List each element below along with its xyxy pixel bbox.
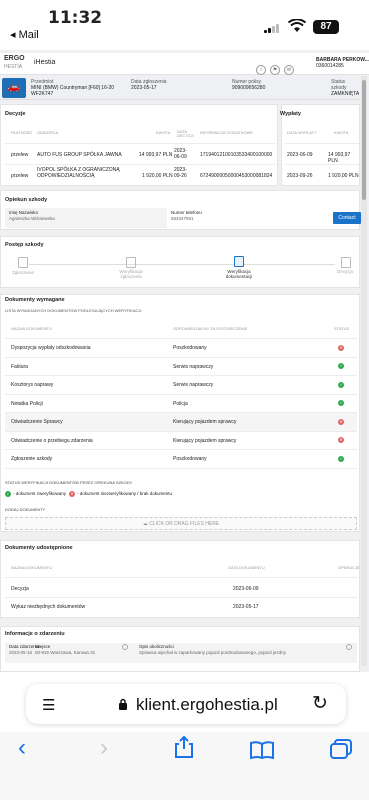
ergo-hestia-logo[interactable]: ERGO HESTIA (4, 55, 25, 71)
shared-doc-link[interactable]: Wykaz niezbędnych dokumentów (11, 604, 85, 610)
section-title: Decyzje (5, 111, 26, 117)
mail-icon[interactable]: ✉ (284, 65, 294, 75)
step-verification-icon (126, 257, 136, 268)
back-to-mail-link[interactable]: ◂ Mail (10, 28, 39, 41)
document-name: Dyspozycja wypłaty odszkodowania (11, 345, 91, 351)
step-label: Weryfikacja zgłoszenia (119, 269, 143, 279)
info-icon[interactable] (122, 644, 128, 650)
progress-card: Postęp szkody Zgłoszenie Weryfikacja zgł… (0, 236, 360, 288)
info-icon[interactable]: i (256, 65, 266, 75)
step-label: Zgłoszenie (12, 270, 34, 275)
info-icon[interactable] (346, 644, 352, 650)
section-title: Postęp szkody (5, 242, 44, 248)
reload-icon[interactable]: ↻ (312, 692, 328, 715)
tabs-icon[interactable] (330, 738, 352, 766)
step-label: Decyzja (336, 269, 353, 274)
unverified-status-icon: ✕ (338, 344, 344, 351)
handler-name: Agnieszka Wiśniewska (9, 216, 55, 221)
unverified-status-icon: ✕ (69, 491, 75, 497)
handler-card: Opiekun szkody Imię Nazwisko Agnieszka W… (0, 190, 361, 230)
verified-status-icon: ✓ (338, 381, 344, 388)
section-title: Dokumenty wymagane (5, 297, 65, 303)
section-title: Dokumenty udostępnione (5, 545, 73, 551)
flag-icon[interactable]: ⚑ (270, 65, 280, 75)
wifi-icon (287, 18, 307, 36)
browser-address-bar: ☰ klient.ergohestia.pl ↻ (0, 672, 369, 732)
verified-status-icon: ✓ (338, 400, 344, 406)
document-responsible: Kierujący pojazdem sprawcy (173, 437, 237, 444)
car-icon: 🚗 (2, 78, 26, 98)
reader-menu-icon[interactable]: ☰ (42, 696, 55, 714)
forward-icon[interactable]: › (100, 734, 108, 762)
step-decision-icon (341, 257, 351, 268)
contact-button[interactable]: Contact (333, 212, 361, 224)
document-name: Faktura (11, 363, 28, 370)
document-name: Kosztorys naprawy (11, 382, 54, 388)
shared-doc-link[interactable]: Decyzja (11, 586, 29, 592)
table-row: 2023-09-26 (287, 173, 313, 179)
verified-status-icon: ✓ (338, 455, 344, 462)
document-name: Oświadczenie Sprawcy (11, 419, 63, 425)
decisions-card: Decyzje PŁATNOŚĆ ODBIORCA KWOTA DATA DEC… (0, 104, 278, 186)
cellular-signal-icon (264, 23, 280, 33)
ios-status-bar: 11:32 ◂ Mail 87 (0, 0, 369, 50)
upload-cloud-icon: ☁ (142, 521, 148, 527)
step-documents-icon (234, 256, 244, 267)
unverified-status-icon: ✕ (338, 418, 344, 425)
claim-summary-band: 🚗 Przedmiot MINI (BMW) Countryman [F60] … (0, 76, 360, 100)
app-header: ERGO HESTIA iHestia i ⚑ ✉ BARBARA PERKOW..… (0, 53, 369, 75)
file-upload-dropzone[interactable]: ☁ CLICK OR DRAG FILES HERE (5, 517, 357, 530)
verified-status-icon: ✓ (338, 363, 344, 369)
payouts-card: Wypłaty DATA WYPŁATY KWOTA 2023-06-09 14… (280, 104, 360, 186)
table-row: 2023-06-09 (287, 152, 313, 158)
document-responsible: Policja (173, 400, 188, 407)
step-label: Weryfikacja dokumentacji (225, 269, 253, 279)
section-title: Informacje o zdarzeniu (5, 631, 65, 637)
section-title: Opiekun szkody (5, 197, 48, 203)
url-field[interactable]: ☰ klient.ergohestia.pl ↻ (26, 684, 346, 724)
clock: 11:32 (48, 8, 103, 28)
document-responsible: Serwis naprawczy (173, 382, 214, 388)
page-scrollbar[interactable] (361, 76, 367, 666)
verified-status-icon: ✓ (5, 491, 11, 497)
document-responsible: Kierujący pojazdem sprawcy (173, 419, 237, 425)
back-icon[interactable]: ‹ (18, 734, 26, 762)
section-title: Wypłaty (280, 111, 301, 117)
document-name: Zgłoszenie szkody (11, 456, 53, 462)
document-name: Oświadczenie o przebiegu zdarzenia (11, 437, 93, 444)
app-title: iHestia (34, 59, 56, 66)
unverified-status-icon: ✕ (338, 437, 344, 443)
step-submitted-icon (18, 257, 28, 268)
document-responsible: Poszkodowany (173, 345, 207, 351)
browser-toolbar: ‹ › (0, 732, 369, 800)
documents-shared-card: Dokumenty udostępnione NAZWA DOKUMENTU D… (0, 540, 360, 618)
user-menu[interactable]: BARBARA PERKOW... 0360014285 (316, 57, 369, 69)
handler-phone: 583347591 (171, 216, 194, 221)
lock-icon (119, 698, 127, 710)
document-name: Notatka Policji (11, 400, 43, 407)
battery-icon: 87 (313, 20, 339, 34)
document-responsible: Poszkodowany (173, 456, 207, 462)
event-info-card: Informacje o zdarzeniu Data zdarzenia 20… (0, 626, 360, 672)
document-responsible: Serwis naprawczy (173, 363, 214, 370)
documents-required-card: Dokumenty wymagane LISTA WYMAGANYCH DOKU… (0, 294, 360, 532)
bookmarks-icon[interactable] (250, 738, 274, 766)
share-icon[interactable] (174, 735, 194, 765)
